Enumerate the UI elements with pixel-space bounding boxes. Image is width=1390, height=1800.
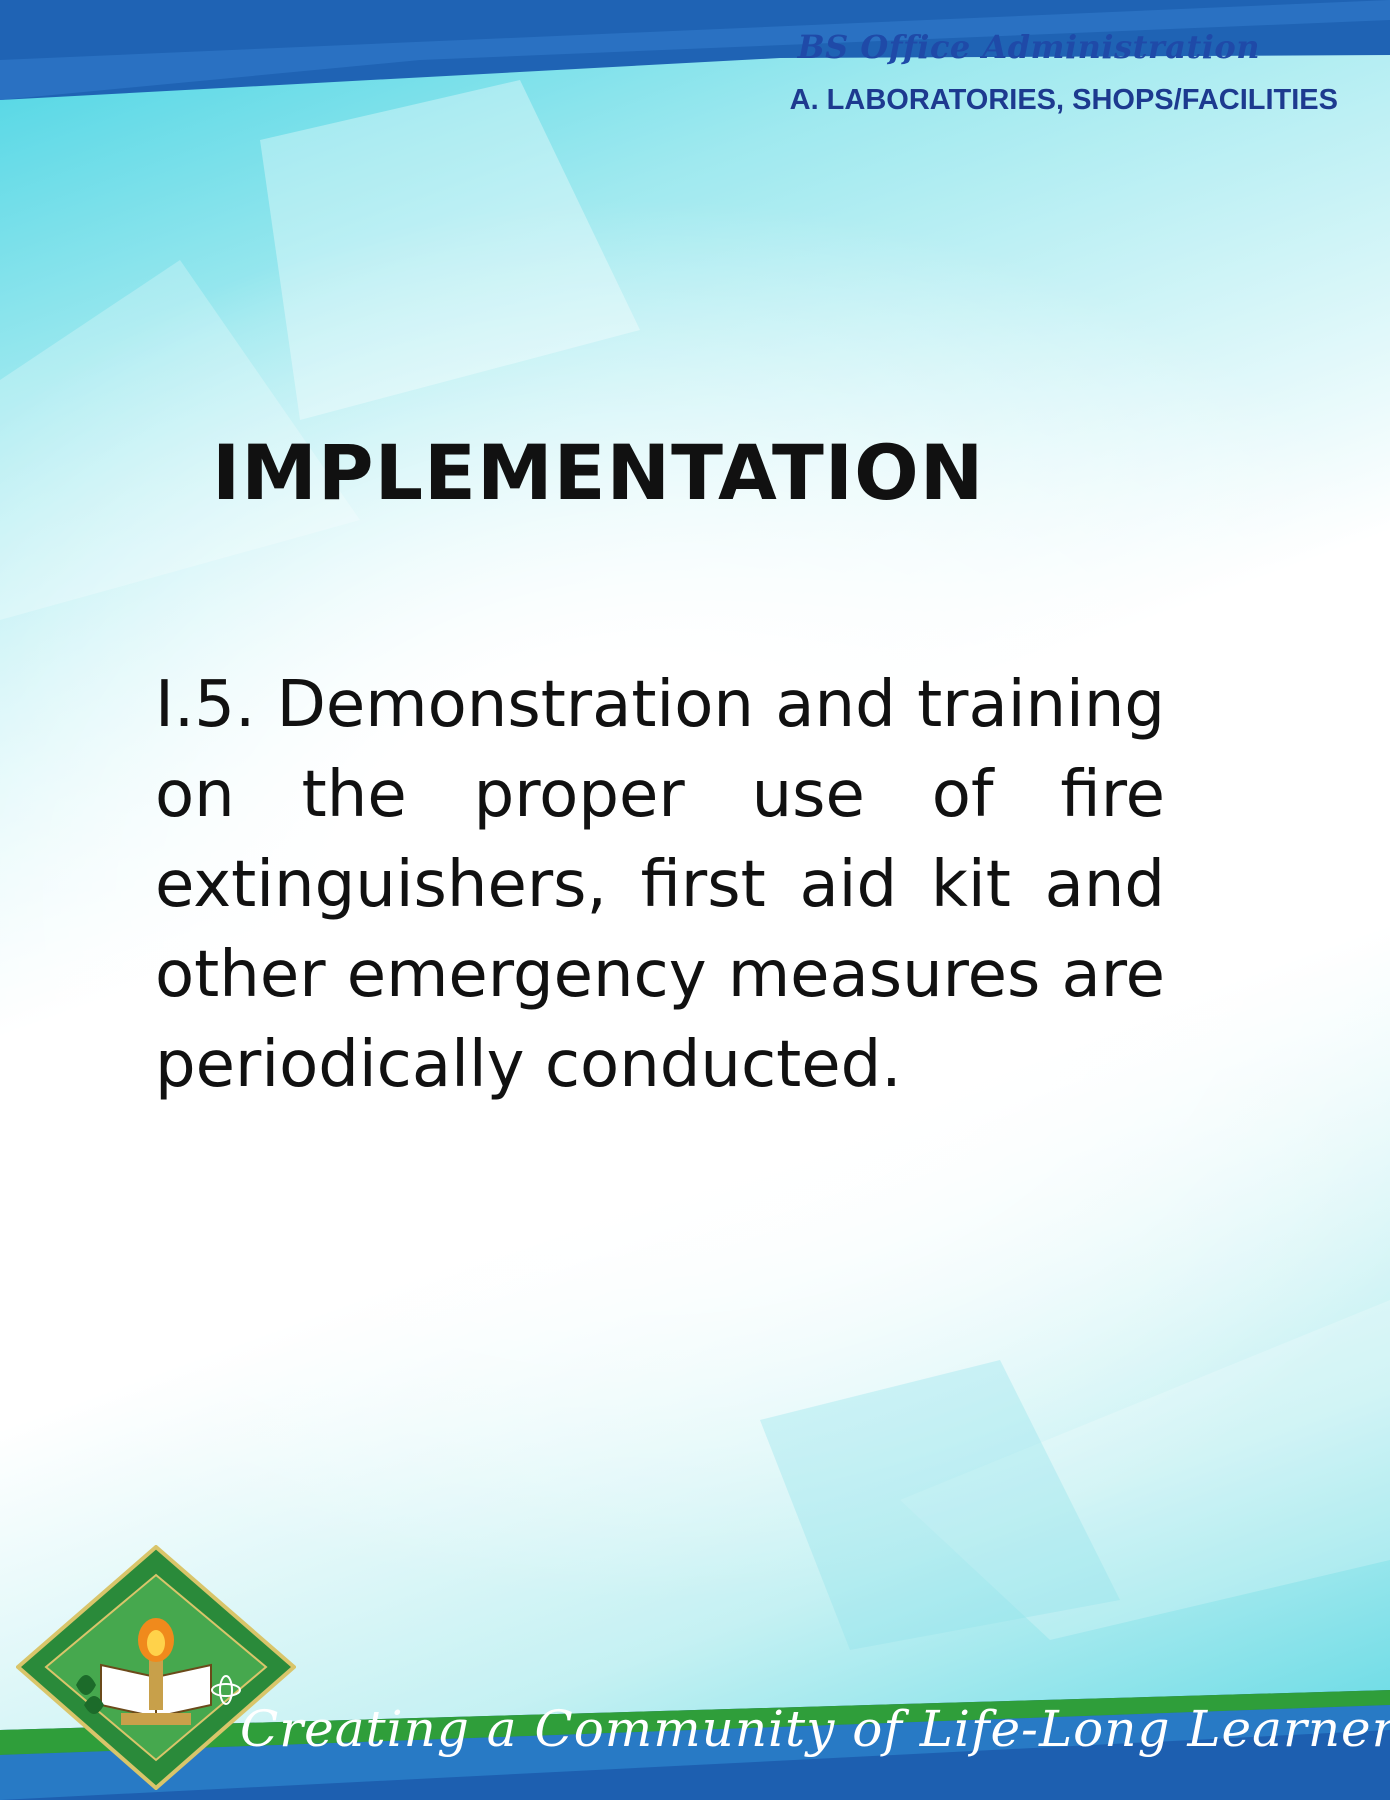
tagline: Creating a Community of Life-Long Learne… [240, 1700, 1390, 1758]
section-title: A. LABORATORIES, SHOPS/FACILITIES [789, 84, 1338, 116]
program-title: BS Office Administration [797, 28, 1260, 66]
page-heading: IMPLEMENTATION [212, 428, 985, 517]
page: BS Office Administration A. LABORATORIES… [0, 0, 1390, 1800]
implementation-item-text: I.5. Demonstration and training on the p… [155, 668, 1165, 1102]
